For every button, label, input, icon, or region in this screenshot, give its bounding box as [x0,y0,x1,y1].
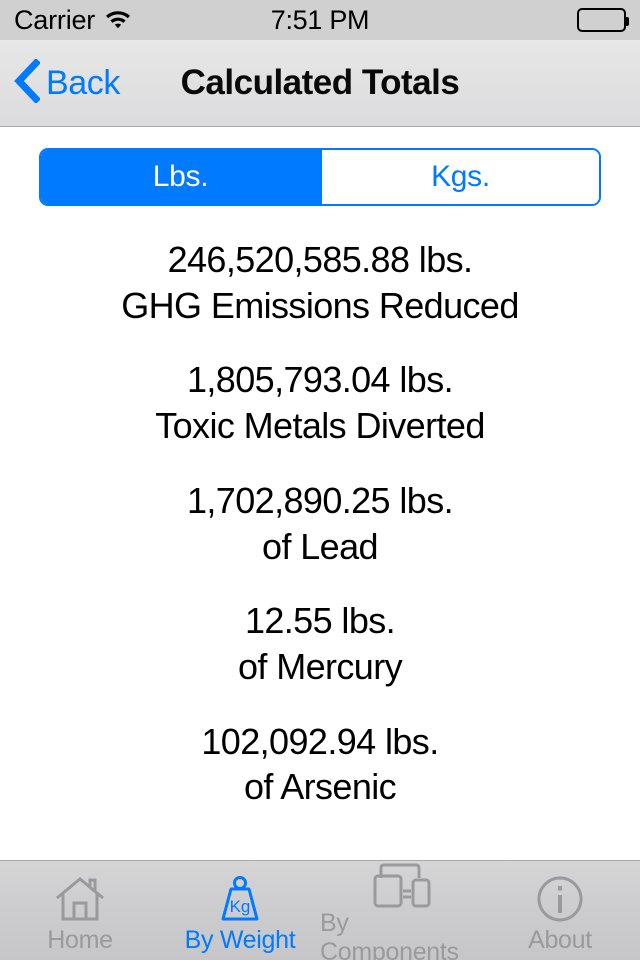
stat-lead: 1,702,890.25 lbs. of Lead [0,478,640,569]
carrier-label: Carrier [14,4,96,35]
info-circle-icon [535,873,585,925]
segment-lbs[interactable]: Lbs. [41,150,320,204]
app-screen: Carrier 7:51 PM Back Calculated Totals L… [0,0,640,960]
stat-value: 12.55 lbs. [244,600,396,642]
back-button-label: Back [46,63,120,102]
tab-about[interactable]: About [480,861,640,960]
stat-label: of Arsenic [243,766,397,808]
tab-home[interactable]: Home [0,861,160,960]
tab-label: By Weight [184,925,296,954]
stat-label: GHG Emissions Reduced [121,284,519,326]
stat-label: of Mercury [237,646,403,688]
back-button[interactable]: Back [14,57,130,108]
segment-kgs[interactable]: Kgs. [320,150,599,204]
tab-label: By Components [320,909,459,960]
status-bar-right [577,8,629,32]
stat-label: Toxic Metals Diverted [155,405,485,447]
status-bar: Carrier 7:51 PM [0,0,640,40]
tab-by-components[interactable]: By Components [320,861,480,960]
tab-label: Home [47,925,113,954]
navigation-bar: Back Calculated Totals [0,40,640,127]
stat-value: 246,520,585.88 lbs. [167,239,473,280]
stat-value: 1,702,890.25 lbs. [186,479,454,521]
wifi-icon [104,7,132,34]
stat-mercury: 12.55 lbs. of Mercury [0,598,640,689]
svg-text:Kg: Kg [230,897,251,916]
battery-icon [577,8,629,32]
chevron-left-icon [14,57,41,108]
weight-kg-icon: Kg [215,873,265,925]
status-bar-left: Carrier [14,5,132,36]
stat-value: 1,805,793.04 lbs. [186,359,454,401]
house-icon [53,873,107,925]
tab-label: About [528,925,592,954]
totals-list: 246,520,585.88 lbs. GHG Emissions Reduce… [0,237,640,839]
tab-bar: Home Kg By Weight By Components About [0,860,640,960]
stat-ghg-emissions: 246,520,585.88 lbs. GHG Emissions Reduce… [0,237,640,328]
units-segmented-control[interactable]: Lbs. Kgs. [39,148,601,206]
stat-toxic-metals: 1,805,793.04 lbs. Toxic Metals Diverted [0,357,640,448]
stat-value: 102,092.94 lbs. [201,720,439,762]
stat-label: of Lead [262,525,379,567]
main-content: Lbs. Kgs. 246,520,585.88 lbs. GHG Emissi… [0,127,640,860]
tab-by-weight[interactable]: Kg By Weight [160,861,320,960]
battery-nub [626,17,629,26]
devices-icon [369,860,431,908]
stat-arsenic: 102,092.94 lbs. of Arsenic [0,719,640,810]
